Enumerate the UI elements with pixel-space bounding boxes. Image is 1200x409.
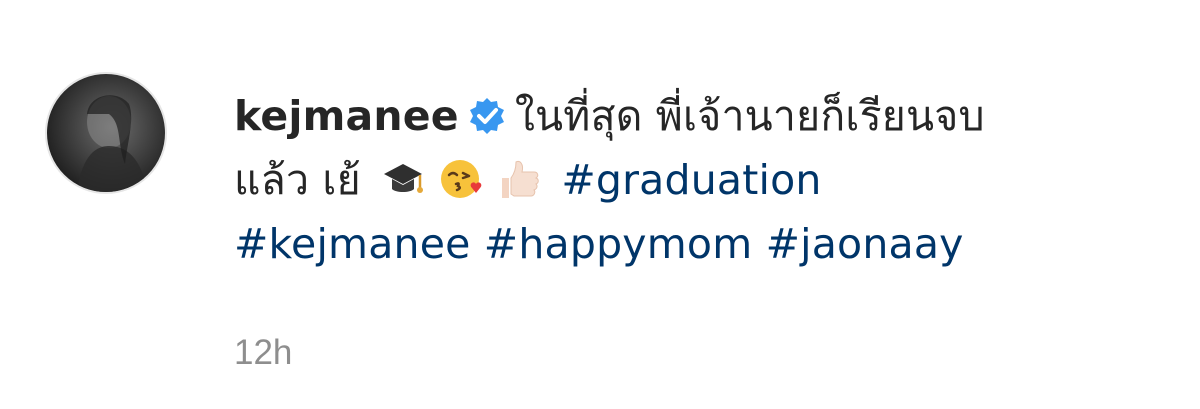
graduation-cap-icon bbox=[384, 164, 424, 193]
thumbs-up-icon bbox=[502, 161, 539, 198]
comment-item: kejmanee ในที่สุด พี่เจ้านายก็เรียนจบ แล้… bbox=[0, 0, 1200, 409]
comment-timestamp[interactable]: 12h bbox=[234, 333, 292, 373]
username-link[interactable]: kejmanee bbox=[234, 92, 459, 140]
hashtag-link-kejmanee[interactable]: #kejmanee bbox=[234, 220, 471, 268]
hashtag-link-jaonaay[interactable]: #jaonaay bbox=[766, 220, 964, 268]
caption-text-line1: ในที่สุด พี่เจ้านายก็เรียนจบ bbox=[514, 92, 985, 140]
verified-badge-icon bbox=[469, 98, 504, 134]
kissing-face-with-heart-icon bbox=[441, 160, 482, 198]
avatar-photo-icon bbox=[77, 95, 147, 192]
avatar[interactable] bbox=[45, 72, 167, 194]
comment-body: kejmanee ในที่สุด พี่เจ้านายก็เรียนจบ แล้… bbox=[234, 84, 1164, 276]
caption-text-line2: แล้ว เย้ bbox=[234, 156, 361, 204]
hashtag-link-happymom[interactable]: #happymom bbox=[484, 220, 753, 268]
hashtag-link-graduation[interactable]: #graduation bbox=[561, 156, 821, 204]
